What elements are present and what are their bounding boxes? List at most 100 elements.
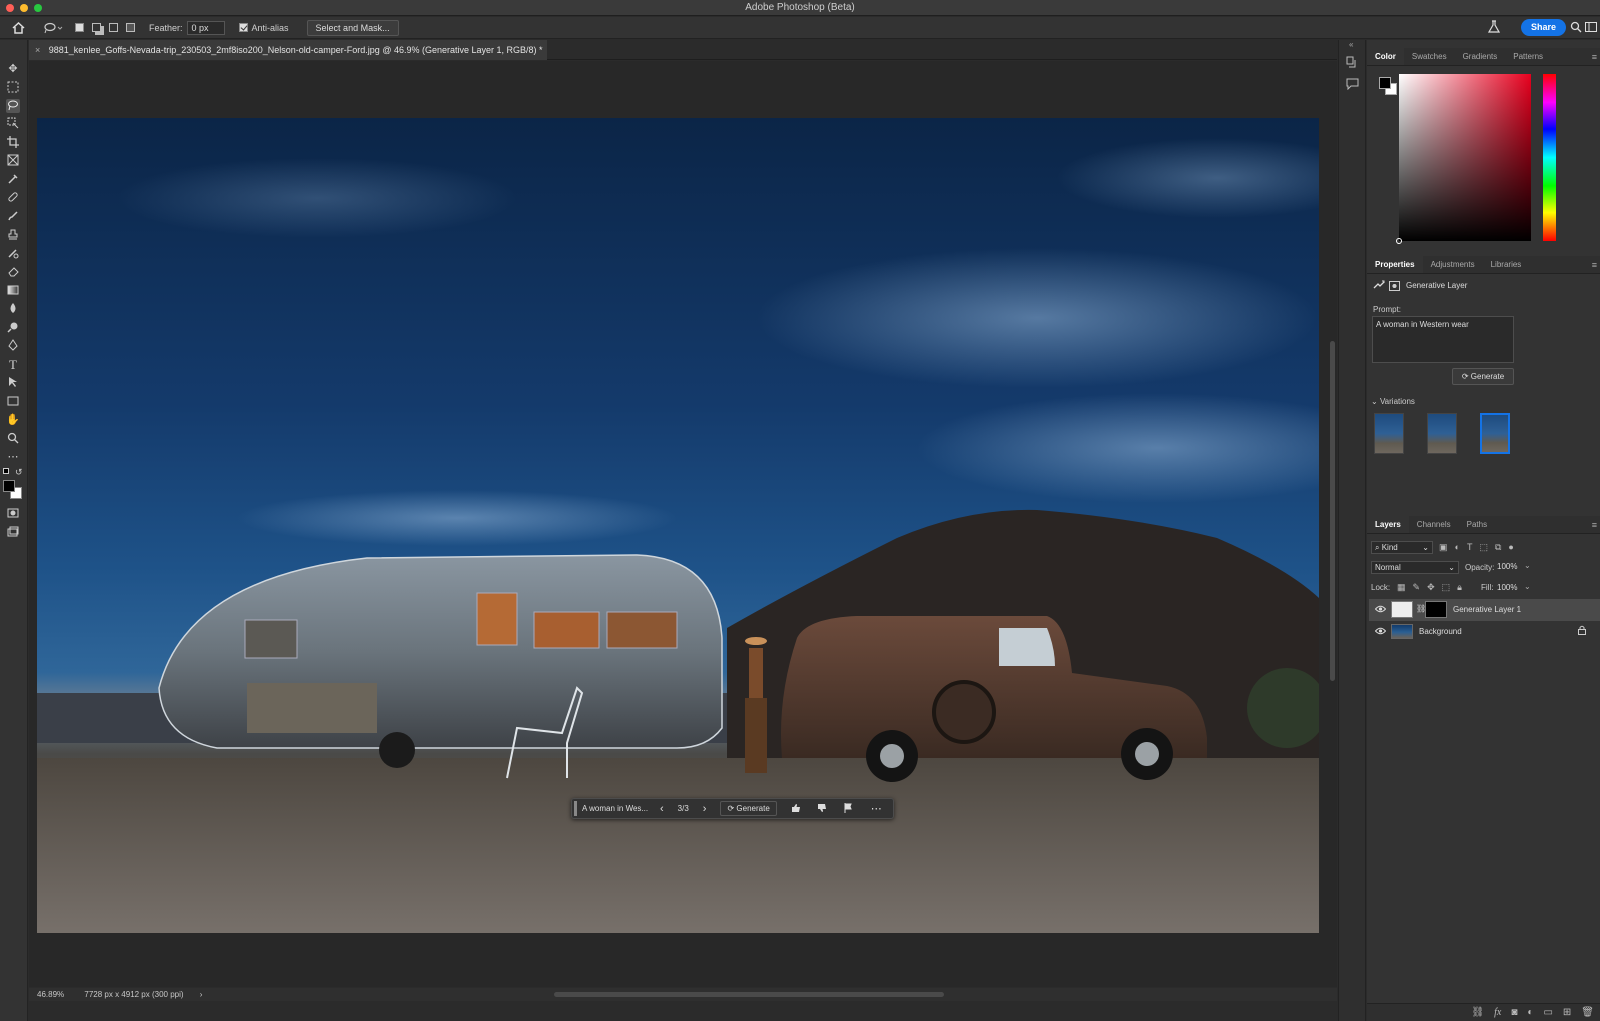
filter-adjustment-icon[interactable]: ◐ (1455, 542, 1460, 553)
variation-thumbnail-2[interactable] (1427, 413, 1457, 454)
layer-effects-icon[interactable]: fx (1494, 1007, 1501, 1018)
filter-type-icon[interactable]: T (1467, 542, 1473, 553)
variations-header[interactable]: ⌄ Variations (1371, 397, 1415, 406)
selection-mode-intersect-icon[interactable] (126, 23, 135, 32)
search-icon[interactable] (1570, 21, 1582, 35)
healing-brush-tool-icon[interactable] (6, 191, 20, 205)
canvas-area[interactable]: A woman in Wes... ‹ 3/3 › ⟳ Generate ⋯ (29, 61, 1337, 987)
share-button[interactable]: Share (1520, 19, 1566, 36)
feather-input[interactable]: 0 px (186, 20, 225, 35)
new-group-icon[interactable]: ▭ (1543, 1007, 1552, 1018)
thumbs-down-icon[interactable] (817, 803, 827, 815)
tab-properties[interactable]: Properties (1367, 256, 1423, 273)
more-options-icon[interactable]: ⋯ (871, 802, 882, 815)
layers-menu-icon[interactable]: ≡ (1592, 520, 1597, 530)
document-tab[interactable]: × 9881_kenlee_Goffs-Nevada-trip_230503_2… (29, 40, 547, 60)
layer-kind-filter[interactable]: ⌕ Kind ⌄ (1371, 541, 1433, 554)
layer-row-generative[interactable]: ⛓ Generative Layer 1 (1369, 599, 1600, 621)
crop-tool-icon[interactable] (6, 136, 20, 150)
delete-layer-icon[interactable]: 🗑︎ (1581, 1007, 1594, 1018)
selection-mode-add-icon[interactable] (92, 23, 101, 32)
close-window-button[interactable] (6, 4, 14, 12)
antialias-checkbox[interactable] (238, 23, 248, 32)
home-icon[interactable] (12, 21, 25, 34)
select-and-mask-button[interactable]: Select and Mask... (306, 19, 399, 36)
selection-mode-subtract-icon[interactable] (109, 23, 118, 32)
drag-handle[interactable] (574, 801, 577, 816)
pen-tool-icon[interactable] (6, 339, 20, 353)
tab-adjustments[interactable]: Adjustments (1423, 256, 1483, 273)
rectangle-tool-icon[interactable] (6, 395, 20, 409)
next-variation-icon[interactable]: › (703, 803, 707, 815)
thumbs-up-icon[interactable] (791, 803, 801, 815)
tab-gradients[interactable]: Gradients (1455, 48, 1506, 65)
history-brush-tool-icon[interactable] (6, 247, 20, 261)
collapse-panels-icon[interactable]: « (1349, 40, 1353, 49)
filter-pixel-icon[interactable]: ▣ (1439, 542, 1448, 553)
comments-panel-icon[interactable] (1346, 78, 1359, 93)
tab-swatches[interactable]: Swatches (1404, 48, 1455, 65)
color-panel-menu-icon[interactable]: ≡ (1592, 52, 1597, 62)
blend-mode-select[interactable]: Normal ⌄ (1371, 561, 1459, 574)
properties-generate-button[interactable]: ⟳ Generate (1452, 368, 1514, 385)
fill-chevron-icon[interactable]: ⌄ (1524, 582, 1531, 591)
lasso-tool-icon[interactable] (6, 99, 20, 113)
frame-tool-icon[interactable] (6, 154, 20, 168)
tab-patterns[interactable]: Patterns (1505, 48, 1551, 65)
lock-artboard-icon[interactable]: ⬚ (1442, 582, 1451, 593)
more-tools-icon[interactable]: ⋯ (6, 450, 20, 464)
opacity-input[interactable]: 100% (1497, 562, 1527, 571)
marquee-tool-icon[interactable] (6, 81, 20, 95)
tab-libraries[interactable]: Libraries (1483, 256, 1530, 273)
add-mask-icon[interactable]: ◙ (1511, 1007, 1517, 1018)
vertical-scrollbar[interactable] (1330, 341, 1335, 681)
opacity-chevron-icon[interactable]: ⌄ (1524, 561, 1531, 570)
history-panel-icon[interactable] (1346, 56, 1359, 72)
hand-tool-icon[interactable]: ✋ (6, 413, 20, 427)
eraser-tool-icon[interactable] (6, 265, 20, 279)
swap-colors-icon[interactable]: ↺ (15, 467, 23, 478)
blur-tool-icon[interactable] (6, 302, 20, 316)
background-layer-thumbnail[interactable] (1391, 624, 1413, 639)
lasso-tool-preset-icon[interactable] (43, 22, 63, 34)
type-tool-icon[interactable]: T (6, 358, 20, 372)
default-colors-icon[interactable] (3, 468, 9, 474)
filter-shape-icon[interactable]: ⬚ (1479, 542, 1488, 553)
adjustment-layer-icon[interactable]: ◐ (1527, 1007, 1533, 1018)
quick-mask-icon[interactable] (6, 507, 20, 521)
fill-input[interactable]: 100% (1497, 583, 1517, 592)
lock-all-icon[interactable]: 🔒︎ (1457, 582, 1462, 593)
hue-slider[interactable] (1543, 74, 1556, 241)
beta-flask-icon[interactable] (1487, 20, 1501, 36)
zoom-level[interactable]: 46.89% (37, 990, 64, 999)
layer-name[interactable]: Background (1419, 627, 1462, 636)
screen-mode-icon[interactable] (6, 526, 20, 540)
layer-name[interactable]: Generative Layer 1 (1453, 605, 1521, 614)
eyedropper-tool-icon[interactable] (6, 173, 20, 187)
tab-paths[interactable]: Paths (1459, 516, 1495, 533)
variation-thumbnail-3[interactable] (1480, 413, 1510, 454)
zoom-tool-icon[interactable] (6, 432, 20, 446)
variation-thumbnail-1[interactable] (1374, 413, 1404, 454)
generative-layer-mask-thumbnail[interactable] (1425, 601, 1447, 618)
gradient-tool-icon[interactable] (6, 284, 20, 298)
horizontal-scrollbar[interactable] (554, 992, 944, 997)
maximize-window-button[interactable] (34, 4, 42, 12)
selection-mode-new-icon[interactable] (75, 23, 84, 32)
prompt-preview[interactable]: A woman in Wes... (582, 804, 656, 813)
move-tool-icon[interactable]: ✥ (6, 62, 20, 76)
close-tab-icon[interactable]: × (35, 45, 40, 55)
path-selection-tool-icon[interactable] (6, 376, 20, 390)
status-chevron-icon[interactable]: › (200, 990, 203, 999)
previous-variation-icon[interactable]: ‹ (660, 803, 664, 815)
minimize-window-button[interactable] (20, 4, 28, 12)
color-field[interactable] (1396, 74, 1531, 244)
filter-toggle-icon[interactable]: ● (1508, 542, 1513, 553)
foreground-color-swatch[interactable] (3, 480, 15, 492)
object-selection-tool-icon[interactable] (6, 117, 20, 131)
antialias-control[interactable]: Anti-alias (238, 23, 289, 33)
lock-position-icon[interactable]: ✥ (1427, 582, 1435, 593)
visibility-eye-icon[interactable] (1374, 627, 1387, 637)
properties-menu-icon[interactable]: ≡ (1592, 260, 1597, 270)
generative-layer-thumbnail[interactable] (1391, 601, 1413, 618)
